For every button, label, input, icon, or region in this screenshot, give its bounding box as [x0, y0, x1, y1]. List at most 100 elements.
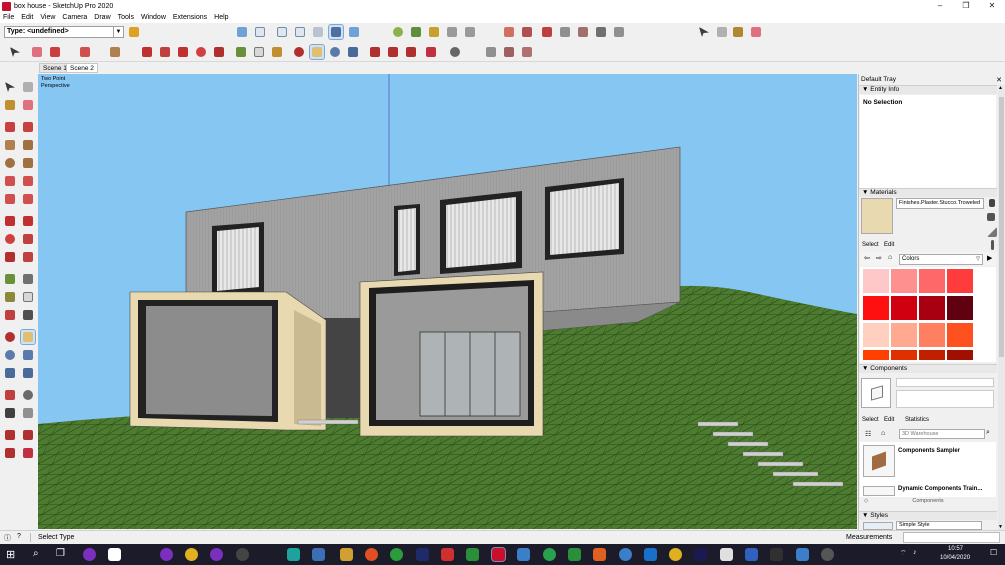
offset-icon-left[interactable] [21, 250, 35, 264]
color-swatch[interactable] [947, 296, 973, 320]
details-arrow-icon[interactable]: ▶ [987, 254, 992, 262]
offset-tool-icon[interactable] [158, 45, 172, 59]
component-preview[interactable] [861, 378, 891, 408]
select-icon[interactable] [3, 80, 17, 94]
pan-icon-left[interactable] [20, 329, 36, 345]
audition-icon[interactable] [694, 548, 707, 561]
app-teal-icon[interactable] [287, 548, 300, 561]
axes-icon-left[interactable] [3, 308, 17, 322]
acrobat-icon[interactable] [108, 548, 121, 561]
app-green2-icon[interactable] [466, 548, 479, 561]
share-icon-left[interactable] [3, 446, 17, 460]
menu-edit[interactable]: Edit [21, 14, 33, 21]
app-p-icon[interactable] [83, 548, 96, 561]
sections-icon[interactable] [448, 45, 462, 59]
color-swatch[interactable] [891, 269, 917, 293]
rectangle-tool-icon[interactable] [108, 45, 122, 59]
solid-subtract-icon[interactable] [520, 25, 534, 39]
app-p3-icon[interactable] [210, 548, 223, 561]
position-camera-icon-left[interactable] [3, 388, 17, 402]
list-item[interactable]: Components Sampler [898, 448, 960, 454]
app-blue5-icon[interactable] [745, 548, 758, 561]
solid-trim-icon[interactable] [540, 25, 554, 39]
pie-icon[interactable] [21, 192, 35, 206]
tape-icon-left[interactable] [3, 272, 17, 286]
text-icon-left[interactable] [21, 290, 35, 304]
3d-text-icon-left[interactable] [21, 308, 35, 322]
menu-view[interactable]: View [40, 14, 55, 21]
walk-icon-left[interactable] [3, 406, 17, 420]
monochrome-icon[interactable] [347, 25, 361, 39]
component-icon[interactable] [127, 25, 141, 39]
menu-draw[interactable]: Draw [94, 14, 110, 21]
app-white-icon[interactable] [720, 548, 733, 561]
component-description-field[interactable] [896, 390, 994, 408]
color-swatch[interactable] [919, 296, 945, 320]
close-button[interactable]: ✕ [979, 0, 1005, 12]
previous-view-icon-left[interactable] [21, 366, 35, 380]
section-plane-icon-left[interactable] [21, 406, 35, 420]
display-secondary-icon[interactable] [985, 225, 999, 239]
erase-icon[interactable] [21, 98, 35, 112]
component-make-icon[interactable] [21, 80, 35, 94]
paint-bucket-icon[interactable] [731, 25, 745, 39]
layout-icon-left[interactable] [21, 446, 35, 460]
two-point-arc-icon[interactable] [21, 174, 35, 188]
component-name-field[interactable] [896, 378, 994, 387]
color-swatch[interactable] [947, 350, 973, 360]
close-icon[interactable]: ✕ [996, 76, 1002, 84]
color-swatch[interactable] [947, 323, 973, 347]
zoom-extents-icon[interactable] [346, 45, 360, 59]
clock-date[interactable]: 10/04/2020 [940, 555, 970, 561]
back-arrow-icon[interactable]: ⇦ [864, 254, 870, 262]
text-tool-icon[interactable] [252, 45, 266, 59]
extension-warehouse-icon[interactable] [386, 45, 400, 59]
follow-me-icon-left[interactable] [21, 232, 35, 246]
sketchup-taskbar-icon[interactable] [491, 547, 506, 562]
app-blue3-icon[interactable] [619, 548, 632, 561]
home-icon[interactable]: ⌂ [881, 430, 885, 437]
solid-union-icon[interactable] [502, 25, 516, 39]
model-viewport[interactable]: Two Point Perspective [38, 74, 857, 529]
pencil-icon[interactable] [3, 120, 17, 134]
clock-time[interactable]: 10:57 [948, 546, 963, 552]
tape-measure-icon[interactable] [234, 45, 248, 59]
menu-extensions[interactable]: Extensions [173, 14, 207, 21]
back-view-icon[interactable] [311, 25, 325, 39]
view-options-icon[interactable]: ☷ [865, 430, 871, 438]
materials-tab-edit[interactable]: Edit [884, 242, 894, 248]
color-swatch[interactable] [891, 323, 917, 347]
materials-header[interactable]: ▼ Materials [859, 188, 997, 197]
color-swatch[interactable] [891, 350, 917, 360]
sandbox-icon[interactable] [463, 25, 477, 39]
app-dark-icon[interactable] [770, 548, 783, 561]
component-search-input[interactable]: 3D Warehouse [899, 429, 985, 439]
entity-info-header[interactable]: ▼ Entity Info [859, 85, 997, 94]
line-tool-icon[interactable] [48, 45, 62, 59]
shell-icon[interactable] [612, 25, 626, 39]
app-blue-icon[interactable] [312, 548, 325, 561]
measurements-input[interactable] [903, 532, 1000, 543]
color-swatch[interactable] [863, 269, 889, 293]
create-material-icon[interactable] [985, 211, 999, 225]
styles-header[interactable]: ▼ Styles [859, 511, 997, 520]
tray-scrollbar[interactable]: ▲ ▼ [998, 85, 1005, 530]
freehand-icon[interactable] [21, 120, 35, 134]
look-around-icon-left[interactable] [21, 388, 35, 402]
select-arrow-icon[interactable] [697, 25, 711, 39]
credits-icon[interactable]: ? [17, 533, 21, 540]
color-swatch[interactable] [891, 296, 917, 320]
list-item[interactable]: Dynamic Components Train... [898, 486, 982, 492]
menu-help[interactable]: Help [214, 14, 228, 21]
section-fill-icon[interactable] [520, 45, 534, 59]
menu-tools[interactable]: Tools [118, 14, 134, 21]
shaded-textures-icon[interactable] [328, 24, 344, 40]
scrollbar-thumb[interactable] [999, 97, 1004, 357]
app-circle-icon[interactable] [236, 548, 249, 561]
search-icon[interactable]: ⌕ [986, 429, 990, 437]
eraser-tool-icon[interactable] [30, 45, 44, 59]
minimize-button[interactable]: – [927, 0, 953, 12]
type-select[interactable]: Type: <undefined> ▼ [4, 26, 124, 38]
circle-icon[interactable] [3, 156, 17, 170]
color-swatch[interactable] [863, 350, 889, 360]
